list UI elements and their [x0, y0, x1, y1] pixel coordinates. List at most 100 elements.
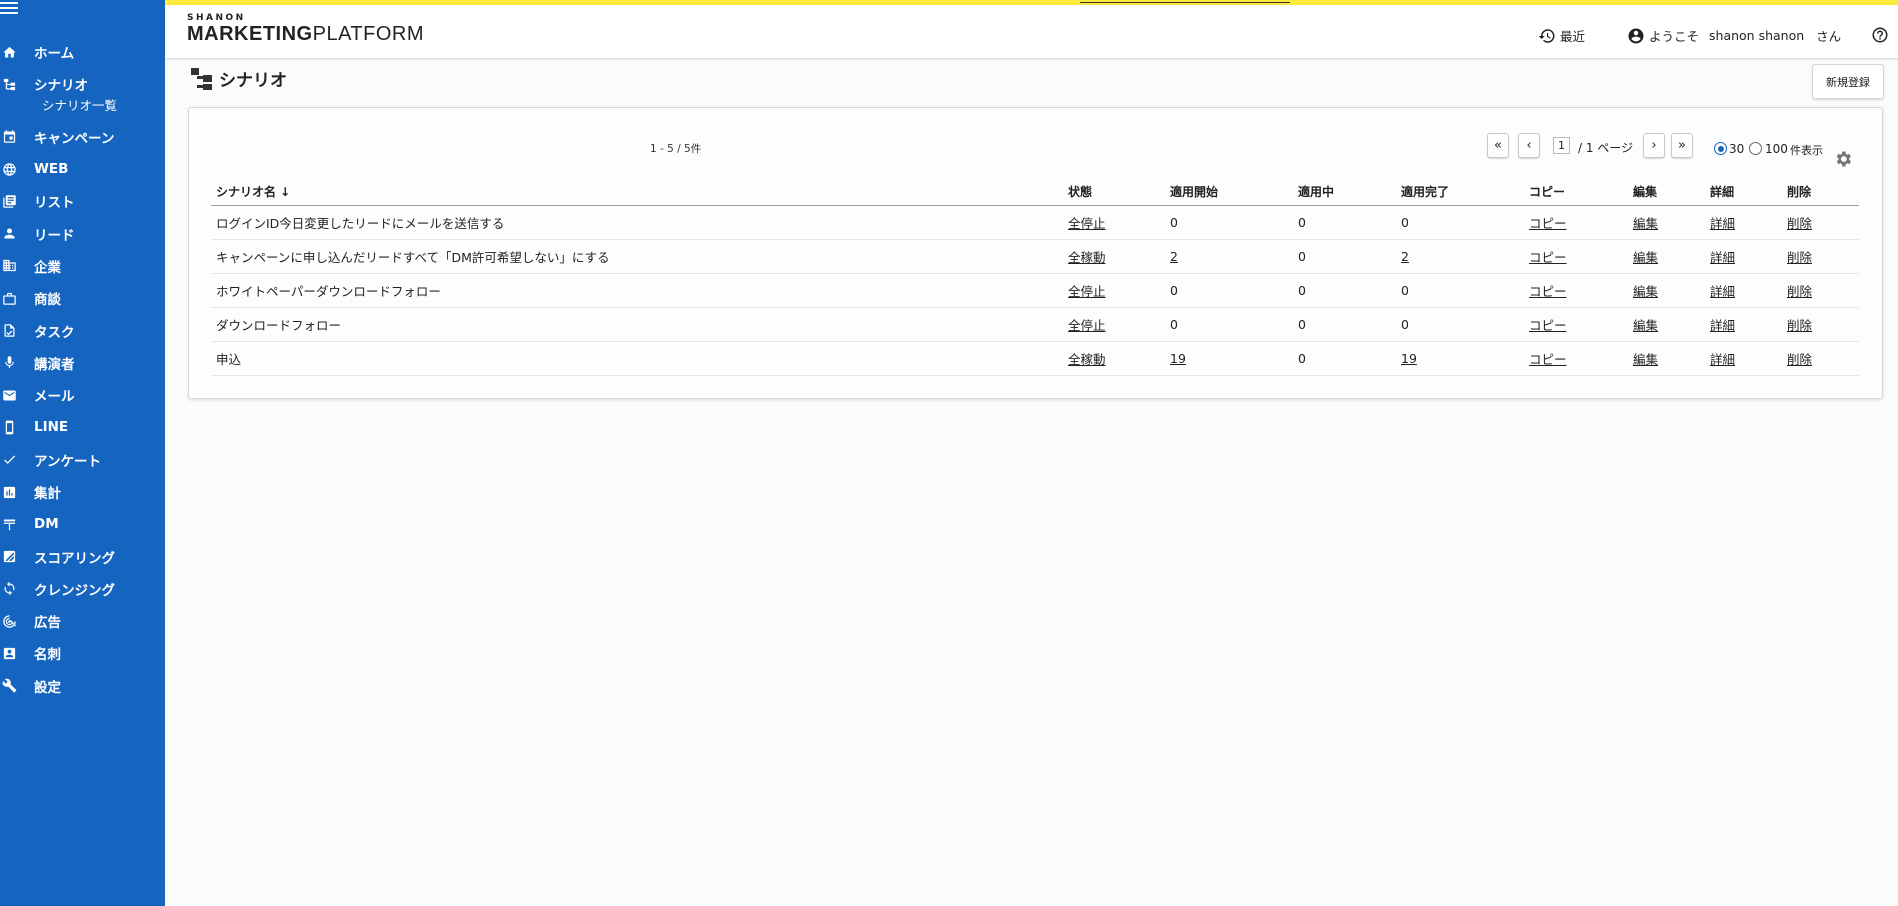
- sidebar-item-speaker[interactable]: 講演者: [0, 347, 165, 379]
- scenario-icon: [1, 76, 17, 92]
- help-button[interactable]: [1871, 26, 1893, 44]
- applied-done-link[interactable]: 19: [1401, 351, 1417, 366]
- sidebar-item-task[interactable]: タスク: [0, 314, 165, 346]
- delete-link[interactable]: 削除: [1787, 318, 1812, 333]
- sidebar-item-dm[interactable]: DM: [0, 508, 165, 540]
- sidebar-item-aggregate[interactable]: 集計: [0, 476, 165, 508]
- scenario-name: 申込: [211, 341, 1063, 376]
- applying-count: 0: [1293, 273, 1396, 308]
- sidebar-item-list[interactable]: リスト: [0, 185, 165, 217]
- status-link[interactable]: 全稼動: [1068, 250, 1106, 265]
- logo[interactable]: SHANON MARKETINGPLATFORM: [187, 13, 424, 45]
- copy-link[interactable]: コピー: [1529, 216, 1567, 231]
- applied-start-link[interactable]: 2: [1170, 249, 1178, 264]
- sidebar-item-settings[interactable]: 設定: [0, 670, 165, 702]
- sidebar-item-label: タスク: [34, 324, 75, 341]
- help-icon: [1872, 27, 1888, 43]
- sidebar-item-line[interactable]: LINE: [0, 411, 165, 443]
- copy-link[interactable]: コピー: [1529, 250, 1567, 265]
- table-row: キャンペーンに申し込んだリードすべて「DM許可希望しない」にする 全稼動 2 0…: [211, 239, 1859, 274]
- sidebar-item-campaign[interactable]: キャンペーン: [0, 121, 165, 153]
- status-link[interactable]: 全停止: [1068, 216, 1106, 231]
- sidebar-item-label: 設定: [34, 679, 61, 696]
- column-settings-button[interactable]: [1833, 149, 1853, 169]
- sidebar-item-scoring[interactable]: スコアリング: [0, 540, 165, 572]
- sidebar-item-cleansing[interactable]: クレンジング: [0, 573, 165, 605]
- detail-link[interactable]: 詳細: [1710, 352, 1735, 367]
- status-link[interactable]: 全稼動: [1068, 352, 1106, 367]
- mail-icon: [1, 387, 17, 403]
- applying-count: 0: [1293, 239, 1396, 274]
- delete-link[interactable]: 削除: [1787, 216, 1812, 231]
- applied-start-count: 0: [1165, 205, 1293, 240]
- prev-page-button[interactable]: ‹: [1518, 133, 1540, 158]
- copy-link[interactable]: コピー: [1529, 284, 1567, 299]
- sidebar-item-web[interactable]: WEB: [0, 153, 165, 185]
- delete-link[interactable]: 削除: [1787, 352, 1812, 367]
- detail-link[interactable]: 詳細: [1710, 250, 1735, 265]
- copy-link[interactable]: コピー: [1529, 352, 1567, 367]
- user-menu[interactable]: ようこそ shanon shanon さん: [1627, 26, 1841, 45]
- detail-link[interactable]: 詳細: [1710, 284, 1735, 299]
- sidebar-item-label: WEB: [34, 161, 69, 178]
- sidebar-item-label: 集計: [34, 486, 61, 502]
- sidebar-item-survey[interactable]: アンケート: [0, 444, 165, 476]
- per-page-30-radio[interactable]: [1714, 142, 1727, 155]
- logo-small-text: SHANON: [187, 13, 246, 23]
- delete-link[interactable]: 削除: [1787, 250, 1812, 265]
- new-registration-button[interactable]: 新規登録: [1812, 64, 1884, 99]
- sidebar-item-label: リスト: [34, 195, 75, 212]
- edit-link[interactable]: 編集: [1633, 250, 1658, 265]
- sidebar-item-label: キャンペーン: [34, 130, 115, 147]
- mic-icon: [1, 355, 17, 371]
- delete-link[interactable]: 削除: [1787, 284, 1812, 299]
- scenario-name: ホワイトペーパーダウンロードフォロー: [211, 273, 1063, 308]
- sidebar-subitem-scenario-list[interactable]: シナリオ一覧: [0, 95, 165, 117]
- col-scenario-name[interactable]: シナリオ名 ↓: [211, 178, 1063, 206]
- applied-done-count: 0: [1396, 205, 1524, 240]
- sidebar-item-deal[interactable]: 商談: [0, 282, 165, 314]
- sidebar-item-ads[interactable]: 広告: [0, 605, 165, 637]
- hamburger-menu-icon[interactable]: [0, 0, 20, 16]
- logo-marketing: MARKETING: [187, 23, 313, 45]
- status-link[interactable]: 全停止: [1068, 318, 1106, 333]
- applied-done-link[interactable]: 2: [1401, 249, 1409, 264]
- dm-icon: [1, 516, 17, 532]
- cleansing-icon: [1, 581, 17, 597]
- sidebar-item-lead[interactable]: リード: [0, 217, 165, 249]
- sidebar-item-label: リード: [34, 227, 75, 244]
- sidebar-item-company[interactable]: 企業: [0, 250, 165, 282]
- person-icon: [1, 226, 17, 242]
- edit-link[interactable]: 編集: [1633, 216, 1658, 231]
- applied-start-link[interactable]: 19: [1170, 351, 1186, 366]
- notice-link[interactable]: [1080, 0, 1290, 3]
- edit-link[interactable]: 編集: [1633, 318, 1658, 333]
- detail-link[interactable]: 詳細: [1710, 216, 1735, 231]
- edit-link[interactable]: 編集: [1633, 284, 1658, 299]
- sidebar-item-business-card[interactable]: 名刺: [0, 637, 165, 669]
- first-page-button[interactable]: «: [1487, 133, 1509, 158]
- edit-link[interactable]: 編集: [1633, 352, 1658, 367]
- col-detail: 詳細: [1705, 178, 1782, 206]
- sidebar: ホーム シナリオ シナリオ一覧 キャンペーン WEB リスト リード 企業 商談…: [0, 0, 165, 906]
- gear-icon: [1836, 151, 1851, 167]
- status-link[interactable]: 全停止: [1068, 284, 1106, 299]
- user-suffix: さん: [1816, 29, 1842, 44]
- sidebar-item-mail[interactable]: メール: [0, 379, 165, 411]
- sidebar-item-home[interactable]: ホーム: [0, 36, 165, 68]
- last-page-button[interactable]: »: [1671, 133, 1693, 158]
- scenario-table: シナリオ名 ↓ 状態 適用開始 適用中 適用完了 コピー 編集 詳細 削除 ログ…: [211, 178, 1859, 376]
- sidebar-item-label: スコアリング: [34, 550, 115, 567]
- copy-link[interactable]: コピー: [1529, 318, 1567, 333]
- page-title-area: シナリオ: [190, 66, 287, 91]
- page-title: シナリオ: [219, 71, 287, 91]
- applied-start-count: 0: [1165, 273, 1293, 308]
- recent-button[interactable]: 最近: [1538, 26, 1585, 45]
- applied-done-count: 0: [1396, 307, 1524, 342]
- detail-link[interactable]: 詳細: [1710, 318, 1735, 333]
- page-number-input[interactable]: [1553, 137, 1570, 154]
- table-row: 申込 全稼動 19 0 19 コピー 編集 詳細 削除: [211, 341, 1859, 376]
- page-total: / 1 ページ: [1578, 141, 1634, 155]
- next-page-button[interactable]: ›: [1643, 133, 1665, 158]
- per-page-100-radio[interactable]: [1749, 142, 1762, 155]
